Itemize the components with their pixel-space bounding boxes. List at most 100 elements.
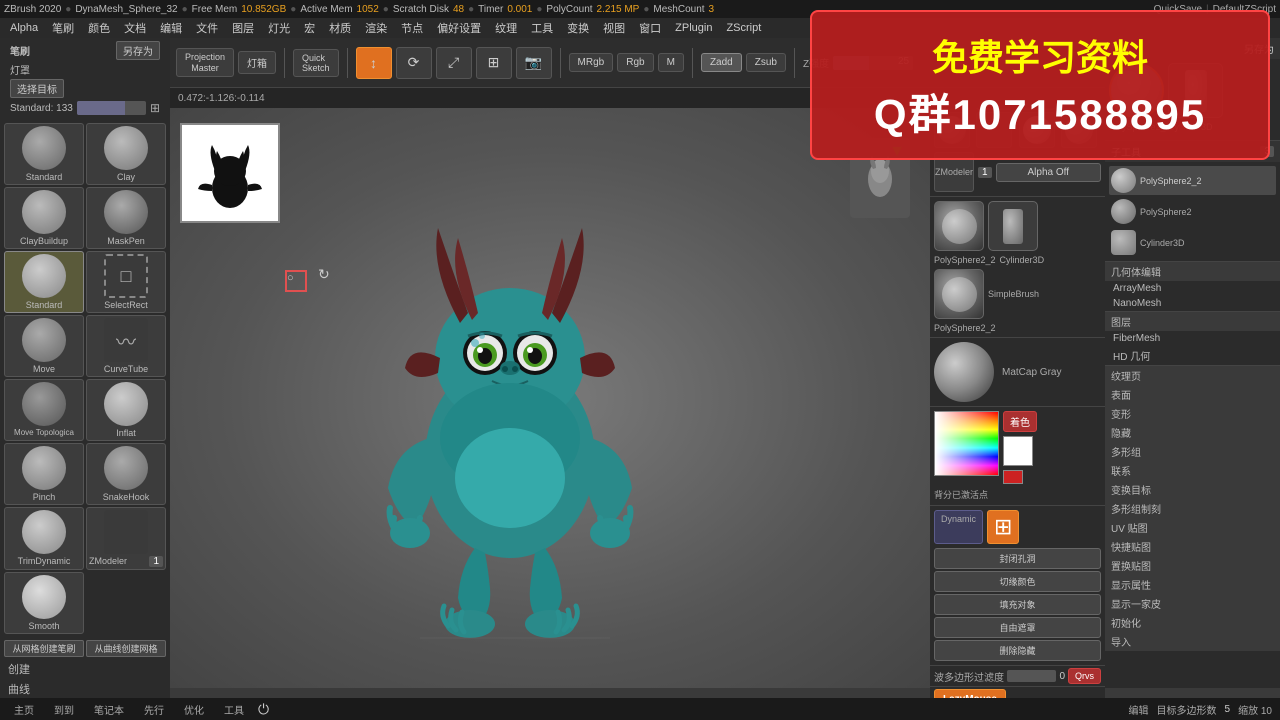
- menu-item-brush[interactable]: 笔刷: [46, 19, 80, 37]
- brush-smooth[interactable]: Smooth: [4, 572, 84, 634]
- tool-tab[interactable]: 工具: [218, 701, 250, 718]
- color-picker-gradient[interactable]: [934, 411, 999, 476]
- fill-target-btn[interactable]: 填充对象: [934, 594, 1101, 615]
- nav-tab[interactable]: 到到: [48, 701, 80, 718]
- brush-save-btn[interactable]: 另存为: [116, 41, 160, 60]
- menu-item-view[interactable]: 视图: [597, 19, 631, 37]
- menu-item-texture[interactable]: 纹理: [489, 19, 523, 37]
- zsub-btn[interactable]: Zsub: [746, 53, 786, 72]
- stretch-icon[interactable]: ⊞: [987, 510, 1019, 544]
- brush-curve-tube[interactable]: 〰 CurveTube: [86, 315, 166, 377]
- white-swatch[interactable]: [1003, 436, 1033, 466]
- layers-btn[interactable]: 图层: [1105, 312, 1280, 331]
- place-map-btn[interactable]: 置换贴图: [1105, 556, 1280, 575]
- projection-master-btn[interactable]: ProjectionMaster: [176, 48, 234, 78]
- brush-clay[interactable]: Clay: [86, 123, 166, 185]
- snapshot-icon[interactable]: 📷: [516, 47, 552, 79]
- menu-item-light[interactable]: 灯光: [262, 19, 296, 37]
- random-icon[interactable]: ⊞: [150, 101, 160, 115]
- uv-map-btn[interactable]: UV 贴图: [1105, 518, 1280, 537]
- matcap-sphere[interactable]: [934, 342, 994, 402]
- brush-zmodeler[interactable]: ZModeler1: [86, 507, 166, 570]
- hide-btn[interactable]: 隐藏: [1105, 423, 1280, 442]
- scale-icon[interactable]: ⤢: [436, 47, 472, 79]
- brush-clay-buildup[interactable]: ClayBuildup: [4, 187, 84, 249]
- menu-item-render[interactable]: 渲染: [359, 19, 393, 37]
- menu-item-node[interactable]: 节点: [395, 19, 429, 37]
- m-btn[interactable]: M: [658, 53, 684, 72]
- rotate-icon[interactable]: ⟳: [396, 47, 432, 79]
- standard-slider[interactable]: [77, 101, 146, 115]
- power-btn[interactable]: ⏻: [258, 701, 269, 718]
- free-mask-btn[interactable]: 自由遮罩: [934, 617, 1101, 638]
- preview-tab[interactable]: 先行: [138, 701, 170, 718]
- display-props-btn[interactable]: 显示属性: [1105, 575, 1280, 594]
- zadd-btn[interactable]: Zadd: [701, 53, 742, 72]
- menu-item-color[interactable]: 颜色: [82, 19, 116, 37]
- show-skin-btn[interactable]: 显示一家皮: [1105, 594, 1280, 613]
- from-mesh-brush-btn[interactable]: 从网格创建笔刷: [4, 640, 84, 657]
- section-create[interactable]: 创建: [0, 659, 170, 679]
- menu-item-alpha[interactable]: Alpha: [4, 21, 44, 35]
- menu-item-tool[interactable]: 工具: [525, 19, 559, 37]
- multi-geo-btn[interactable]: 多形组制刻: [1105, 499, 1280, 518]
- quick-sketch-btn[interactable]: QuickSketch: [293, 49, 339, 77]
- from-curve-brush-btn[interactable]: 从曲线创建网格: [86, 640, 166, 657]
- subtool-polysphere2-2[interactable]: PolySphere2_2: [1109, 166, 1276, 195]
- menu-item-prefs[interactable]: 偏好设置: [431, 19, 487, 37]
- surface-btn[interactable]: 表面: [1105, 385, 1280, 404]
- menu-item-transform[interactable]: 变换: [561, 19, 595, 37]
- poly-smooth-slider[interactable]: [1007, 670, 1056, 682]
- arraymesh-btn[interactable]: ArrayMesh: [1105, 281, 1280, 296]
- init-btn[interactable]: 初始化: [1105, 613, 1280, 632]
- del-hidden-btn[interactable]: 删除隐藏: [934, 640, 1101, 661]
- nanomesh-btn[interactable]: NanoMesh: [1105, 296, 1280, 311]
- qrvs-btn[interactable]: Qrvs: [1068, 668, 1101, 684]
- multigroup-btn[interactable]: 多形组: [1105, 442, 1280, 461]
- geometry-btn[interactable]: 几何体编辑: [1105, 262, 1280, 281]
- quick-map-btn[interactable]: 快捷贴图: [1105, 537, 1280, 556]
- menu-item-layer[interactable]: 图层: [226, 19, 260, 37]
- menu-item-macro[interactable]: 宏: [298, 19, 321, 37]
- cut-edge-btn[interactable]: 切缘颜色: [934, 571, 1101, 592]
- brush-move[interactable]: Move: [4, 315, 84, 377]
- brush-move-topo[interactable]: Move Topologica: [4, 379, 84, 441]
- brush-pinch[interactable]: Pinch: [4, 443, 84, 505]
- brush-standard2[interactable]: Standard: [4, 251, 84, 313]
- home-tab[interactable]: 主页: [8, 701, 40, 718]
- texture-btn[interactable]: 纹理页: [1105, 366, 1280, 385]
- close-up-btn[interactable]: 封闭孔洞: [934, 548, 1101, 569]
- notebook-tab[interactable]: 笔记本: [88, 701, 130, 718]
- lightbox-btn[interactable]: 灯箱: [238, 51, 276, 74]
- fore-color-btn[interactable]: 着色: [1003, 411, 1037, 432]
- section-curve[interactable]: 曲线: [0, 679, 170, 699]
- polysphere2-2-large[interactable]: [934, 269, 984, 319]
- brush-inflat[interactable]: Inflat: [86, 379, 166, 441]
- menu-item-edit[interactable]: 编辑: [154, 19, 188, 37]
- import-btn[interactable]: 导入: [1105, 632, 1280, 651]
- subtool-cylinder3d[interactable]: Cylinder3D: [1109, 228, 1276, 257]
- cylinder3d-thumb[interactable]: [988, 201, 1038, 251]
- mrgb-btn[interactable]: MRgb: [569, 53, 614, 72]
- fibermesh-btn[interactable]: FiberMesh: [1105, 331, 1280, 346]
- move-icon[interactable]: ↕: [356, 47, 392, 79]
- rgb-btn[interactable]: Rgb: [617, 53, 653, 72]
- alpha-off-btn[interactable]: Alpha Off: [996, 163, 1101, 182]
- menu-item-doc[interactable]: 文档: [118, 19, 152, 37]
- brush-snake-hook[interactable]: SnakeHook: [86, 443, 166, 505]
- morph-btn[interactable]: 联系: [1105, 461, 1280, 480]
- polysphere2-2-thumb[interactable]: [934, 201, 984, 251]
- menu-item-zplugin[interactable]: ZPlugin: [669, 21, 718, 35]
- brush-select-rect[interactable]: □ SelectRect: [86, 251, 166, 313]
- menu-item-material[interactable]: 材质: [323, 19, 357, 37]
- menu-item-zscript[interactable]: ZScript: [720, 21, 767, 35]
- frame-icon[interactable]: ⊞: [476, 47, 512, 79]
- convert-btn[interactable]: 变换目标: [1105, 480, 1280, 499]
- deform-btn[interactable]: 变形: [1105, 404, 1280, 423]
- menu-item-file[interactable]: 文件: [190, 19, 224, 37]
- brush-trim-dynamic[interactable]: TrimDynamic: [4, 507, 84, 570]
- subtool-polysphere2[interactable]: PolySphere2: [1109, 197, 1276, 226]
- red-swatch[interactable]: [1003, 470, 1023, 484]
- brush-standard[interactable]: Standard: [4, 123, 84, 185]
- menu-item-window[interactable]: 窗口: [633, 19, 667, 37]
